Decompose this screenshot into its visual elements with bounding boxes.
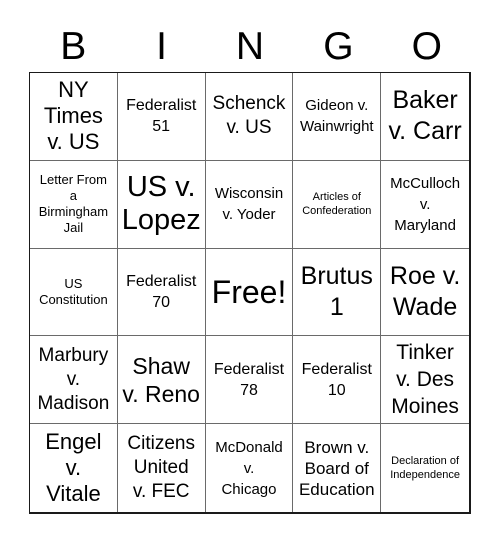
cell-label: US v. Lopez: [121, 171, 201, 237]
bingo-cell[interactable]: Letter From a Birmingham Jail: [30, 160, 118, 249]
header-letter-n: N: [235, 25, 265, 68]
cell-label: Gideon v. Wainwright: [299, 97, 374, 136]
bingo-cell[interactable]: Schenck v. US: [205, 73, 294, 161]
cell-label: McDonald v. Chicago: [215, 438, 283, 498]
cell-label: Engel v. Vitale: [45, 429, 102, 507]
bingo-cell[interactable]: NY Times v. US: [30, 73, 118, 161]
bingo-cell[interactable]: Baker v. Carr: [381, 73, 469, 161]
bingo-cell[interactable]: Citizens United v. FEC: [118, 424, 206, 512]
bingo-cell[interactable]: Tinker v. Des Moines: [381, 336, 469, 425]
bingo-cell[interactable]: Brutus 1: [293, 248, 382, 337]
free-space-label: Free!: [211, 273, 287, 310]
bingo-cell[interactable]: Federalist 78: [205, 336, 294, 425]
cell-label: Tinker v. Des Moines: [391, 341, 459, 419]
bingo-cell[interactable]: Declaration of Independence: [381, 424, 469, 512]
header-letter-g: G: [323, 25, 354, 68]
bingo-cell[interactable]: McDonald v. Chicago: [206, 424, 294, 512]
cell-label: Wisconsin v. Yoder: [214, 185, 284, 224]
cell-label: Citizens United v. FEC: [127, 433, 195, 503]
cell-label: Shaw v. Reno: [122, 352, 200, 407]
cell-label: Brown v. Board of Education: [298, 437, 375, 499]
cell-label: NY Times v. US: [43, 77, 103, 155]
header-letter-i: I: [156, 25, 167, 68]
bingo-cell[interactable]: Engel v. Vitale: [30, 424, 118, 512]
bingo-cell[interactable]: US Constitution: [30, 248, 118, 337]
bingo-header: B I N G O: [29, 22, 471, 72]
bingo-cell[interactable]: McCulloch v. Maryland: [381, 161, 469, 249]
cell-label: Marbury v. Madison: [37, 344, 110, 414]
bingo-cell[interactable]: Federalist 10: [293, 336, 382, 425]
bingo-grid: NY Times v. US Federalist 51 Schenck v. …: [29, 72, 471, 514]
cell-label: US Constitution: [39, 275, 108, 307]
header-letter-b: B: [60, 25, 87, 68]
cell-label: Declaration of Independence: [390, 455, 460, 482]
cell-label: Federalist 70: [126, 272, 197, 311]
bingo-cell[interactable]: Federalist 70: [117, 248, 206, 337]
cell-label: McCulloch v. Maryland: [390, 174, 461, 234]
bingo-cell[interactable]: Articles of Confederation: [293, 160, 382, 249]
cell-label: Baker v. Carr: [388, 86, 462, 146]
bingo-cell[interactable]: Gideon v. Wainwright: [293, 73, 382, 161]
cell-label: Federalist 51: [126, 97, 197, 136]
bingo-cell[interactable]: Federalist 51: [117, 73, 206, 161]
bingo-cell[interactable]: Shaw v. Reno: [117, 336, 206, 425]
cell-label: Letter From a Birmingham Jail: [38, 172, 109, 236]
cell-label: Articles of Confederation: [302, 191, 372, 218]
bingo-cell[interactable]: Brown v. Board of Education: [293, 424, 382, 512]
cell-label: Roe v. Wade: [389, 261, 461, 321]
bingo-cell[interactable]: US v. Lopez: [117, 160, 206, 249]
header-letter-o: O: [411, 25, 442, 68]
cell-label: Federalist 78: [213, 360, 285, 399]
cell-label: Brutus 1: [300, 261, 373, 321]
free-space-cell[interactable]: Free!: [205, 248, 294, 337]
bingo-cell[interactable]: Wisconsin v. Yoder: [205, 160, 294, 249]
cell-label: Federalist 10: [301, 360, 372, 399]
bingo-cell[interactable]: Roe v. Wade: [381, 249, 469, 337]
bingo-cell[interactable]: Marbury v. Madison: [30, 336, 118, 425]
cell-label: Schenck v. US: [212, 93, 286, 139]
